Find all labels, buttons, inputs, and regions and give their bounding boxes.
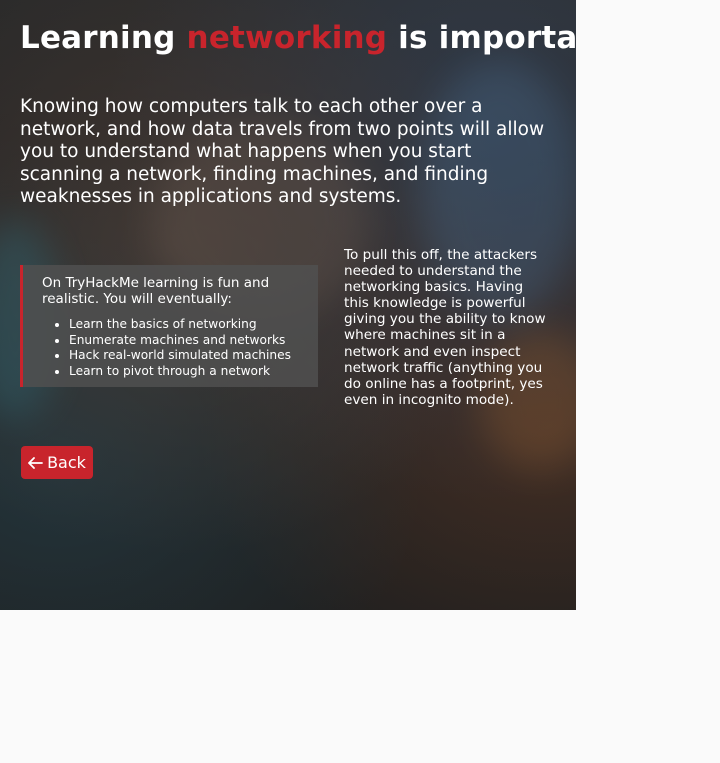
list-item: Learn the basics of networking — [69, 317, 304, 333]
intro-paragraph: Knowing how computers talk to each other… — [20, 96, 545, 207]
back-button-label: Back — [47, 453, 86, 472]
title-suffix: is important — [398, 20, 576, 56]
callout-intro: On TryHackMe learning is fun and realist… — [42, 275, 270, 307]
title-prefix: Learning — [20, 20, 187, 56]
back-button[interactable]: Back — [21, 446, 93, 479]
side-paragraph: To pull this off, the attackers needed t… — [344, 247, 546, 408]
learning-callout: On TryHackMe learning is fun and realist… — [20, 265, 318, 387]
list-item: Enumerate machines and networks — [69, 333, 304, 349]
hero-panel: Learning networking is important Knowing… — [0, 0, 576, 610]
learning-goals-list: Learn the basics of networking Enumerate… — [42, 317, 304, 379]
arrow-left-icon — [28, 456, 43, 469]
page-title: Learning networking is important — [20, 20, 576, 56]
list-item: Learn to pivot through a network — [69, 364, 304, 380]
title-accent: networking — [186, 20, 388, 56]
list-item: Hack real-world simulated machines — [69, 348, 304, 364]
